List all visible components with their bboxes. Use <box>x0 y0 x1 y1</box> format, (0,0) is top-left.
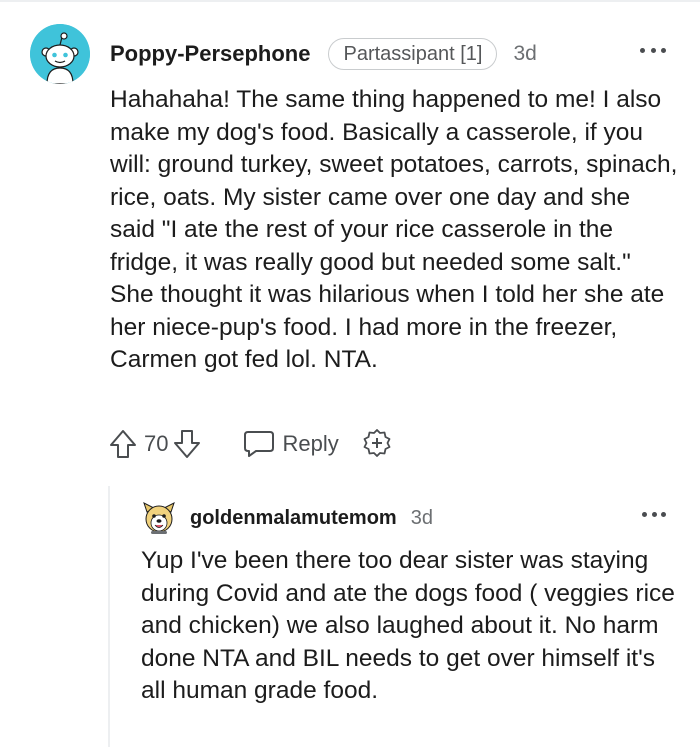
award-button[interactable] <box>361 427 393 461</box>
more-icon-dot <box>640 47 645 53</box>
more-icon-dot <box>651 511 657 517</box>
reply-more-options-button[interactable] <box>642 504 666 524</box>
top-divider <box>0 0 700 2</box>
vote-count: 70 <box>144 431 169 456</box>
award-plus-icon <box>363 429 391 457</box>
downvote-button[interactable] <box>172 427 202 461</box>
reply-avatar[interactable] <box>141 500 177 536</box>
user-flair: Partassipant [1] <box>328 38 498 70</box>
more-icon-dot <box>661 47 666 53</box>
reply-label: Reply <box>282 431 339 456</box>
timestamp: 3d <box>513 42 537 65</box>
reply-header: goldenmalamutemom 3d <box>190 503 433 533</box>
upvote-button[interactable] <box>108 427 138 461</box>
arrow-down-icon <box>174 430 201 458</box>
more-options-button[interactable] <box>640 38 666 62</box>
reply-username[interactable]: goldenmalamutemom <box>190 507 397 530</box>
speech-bubble-icon <box>244 431 275 457</box>
more-icon-dot <box>642 511 647 517</box>
comment-header: Poppy-Persephone Partassipant [1] 3d <box>110 36 537 72</box>
username[interactable]: Poppy-Persephone <box>110 41 310 67</box>
snoo-avatar-icon <box>30 24 90 84</box>
user-avatar[interactable] <box>30 24 90 84</box>
comment-actions: 70 Reply <box>108 426 393 462</box>
reply-body: Yup I've been there too dear sister was … <box>141 547 675 704</box>
dog-avatar-icon <box>143 502 175 534</box>
thread-line[interactable] <box>108 486 110 747</box>
comment-body: Hahahaha! The same thing happened to me!… <box>110 86 678 373</box>
reply-timestamp: 3d <box>410 506 433 529</box>
arrow-up-icon <box>110 430 136 458</box>
reply-button[interactable]: Reply <box>242 429 339 459</box>
more-icon-dot <box>661 511 666 517</box>
more-icon-dot <box>650 47 656 53</box>
